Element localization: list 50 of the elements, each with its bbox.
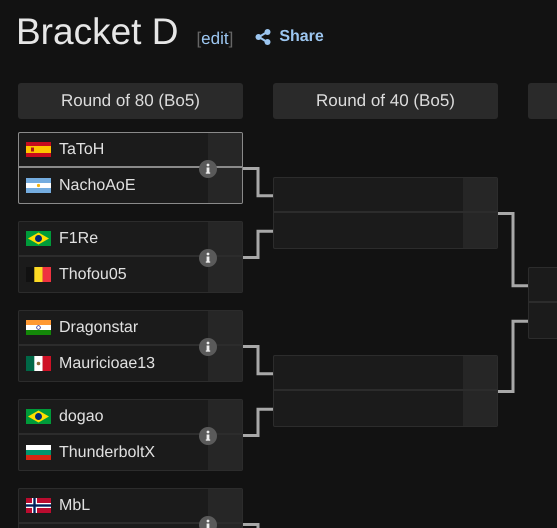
- info-icon[interactable]: [199, 426, 217, 444]
- flag-icon: [26, 320, 51, 335]
- share-link[interactable]: Share: [255, 25, 324, 49]
- bracket-connector: [243, 345, 273, 376]
- flag-icon: [26, 178, 51, 193]
- bracket-connector: [243, 408, 273, 437]
- player-name: TaToH: [59, 140, 104, 160]
- match-card[interactable]: Dragonstar Mauricioae13: [18, 310, 243, 382]
- match-card[interactable]: dogao ThunderboltX: [18, 399, 243, 471]
- flag-icon: [26, 356, 51, 371]
- score-cell: [208, 435, 242, 470]
- player-name: Dragonstar: [59, 318, 138, 338]
- flag-icon: [26, 498, 51, 513]
- player-name: Mauricioae13: [59, 354, 156, 374]
- score-cell: [208, 168, 242, 203]
- page-title: Bracket D: [16, 10, 178, 54]
- score-cell: [208, 222, 242, 255]
- player-name: F1Re: [59, 228, 98, 248]
- score-cell: [208, 257, 242, 292]
- flag-icon: [26, 231, 51, 246]
- info-icon[interactable]: [199, 338, 217, 356]
- player-name: MbL: [59, 496, 90, 516]
- score-cell: [463, 213, 497, 248]
- score-cell: [208, 311, 242, 344]
- flag-icon: [26, 409, 51, 424]
- score-cell: [463, 178, 497, 211]
- score-cell: [208, 346, 242, 381]
- flag-icon: [26, 445, 51, 460]
- bracket-connector: [243, 230, 273, 259]
- flag-icon: [26, 142, 51, 157]
- flag-icon: [26, 267, 51, 282]
- round-header: Round of 40 (Bo5): [273, 83, 498, 119]
- round-header: Round of 80 (Bo5): [18, 83, 243, 119]
- score-cell: [463, 356, 497, 389]
- player-name: ThunderboltX: [59, 442, 156, 462]
- info-icon[interactable]: [199, 248, 217, 266]
- score-cell: [463, 391, 497, 426]
- share-icon: [255, 29, 272, 45]
- player-name: dogao: [59, 406, 104, 426]
- score-cell: [208, 489, 242, 522]
- edit-link[interactable]: [edit]: [196, 24, 234, 54]
- match-card[interactable]: TaToH NachoAoE: [18, 132, 243, 204]
- bracket-connector: [243, 167, 273, 198]
- info-icon[interactable]: [199, 160, 217, 178]
- player-name: Thofou05: [59, 264, 127, 284]
- score-cell: [208, 133, 242, 166]
- score-cell: [208, 400, 242, 433]
- player-name: NachoAoE: [59, 176, 136, 196]
- match-card[interactable]: MbL: [18, 488, 243, 528]
- match-card[interactable]: F1Re Thofou05: [18, 221, 243, 293]
